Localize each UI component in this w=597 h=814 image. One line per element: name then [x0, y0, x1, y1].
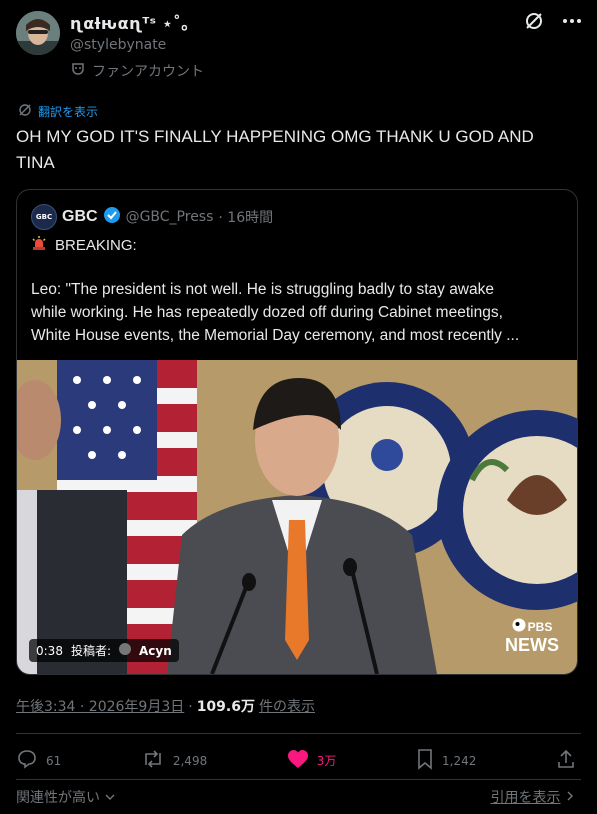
reply-count: 61 — [46, 753, 62, 768]
reply-icon — [16, 748, 38, 773]
action-bar: 61 2,498 3万 1,242 — [16, 748, 576, 773]
quote-author-handle: @GBC_Press — [125, 209, 214, 225]
fan-account-label: ファンアカウント — [92, 64, 204, 80]
quote-body-line: Leo: "The president is not well. He is s… — [31, 281, 494, 298]
pbs-watermark-top: PBS — [527, 619, 553, 634]
sort-relevance-dropdown[interactable]: 関連性が高い — [16, 787, 116, 807]
author-handle[interactable]: @stylebynate — [70, 37, 166, 53]
pbs-logo-icon — [512, 618, 526, 635]
tweet-text: OH MY GOD IT'S FINALLY HAPPENING OMG THA… — [16, 127, 534, 172]
pbs-watermark-bottom: NEWS — [505, 635, 559, 655]
repost-count: 2,498 — [172, 753, 208, 768]
verified-badge-icon — [103, 206, 121, 228]
chevron-down-icon — [104, 790, 116, 806]
grok-icon[interactable] — [523, 10, 545, 32]
repost-button[interactable]: 2,498 — [141, 748, 207, 773]
video-poster-label: 投稿者: — [70, 644, 111, 658]
like-button[interactable]: 3万 — [287, 749, 337, 772]
views-label[interactable]: 件の表示 — [259, 696, 315, 716]
like-count: 3万 — [316, 754, 337, 768]
avatar[interactable] — [16, 11, 60, 55]
share-icon — [556, 748, 576, 773]
quote-avatar: GBC — [31, 204, 57, 230]
video-poster-name: Acyn — [139, 643, 172, 658]
tweet-meta: 午後3:34 · 2026年9月3日 · 109.6万 件の表示 — [16, 696, 315, 716]
breaking-label: BREAKING: — [55, 236, 137, 254]
sort-relevance-label: 関連性が高い — [16, 790, 100, 806]
translate-label: 翻訳を表示 — [38, 105, 99, 119]
meta-separator: · — [188, 699, 193, 715]
video-player[interactable]: 0:38 投稿者: Acyn PBS NEWS — [17, 360, 577, 674]
divider — [16, 733, 581, 734]
fan-account-icon — [70, 61, 86, 81]
quote-author-name: GBC — [62, 208, 98, 225]
divider — [16, 779, 581, 780]
views-count: 109.6万 — [196, 699, 255, 715]
bookmark-icon — [416, 748, 434, 773]
pbs-news-watermark: PBS NEWS — [505, 618, 559, 656]
quote-body: Leo: "The president is not well. He is s… — [31, 278, 566, 347]
view-quotes-link[interactable]: 引用を表示 — [491, 787, 575, 807]
view-quotes-label: 引用を表示 — [490, 790, 561, 806]
video-duration: 0:38 — [36, 643, 63, 658]
repost-icon — [141, 748, 165, 773]
quote-body-line: White House events, the Memorial Day cer… — [31, 327, 520, 344]
translate-link[interactable]: 翻訳を表示 — [18, 103, 98, 120]
siren-icon — [31, 235, 47, 255]
share-button[interactable] — [556, 748, 576, 773]
quote-header: GBC GBC @GBC_Press · 16時間 — [31, 204, 273, 230]
poster-avatar-icon — [119, 643, 131, 658]
translate-icon — [18, 103, 32, 120]
quoted-tweet[interactable]: GBC GBC @GBC_Press · 16時間 BREAKING: Leo:… — [16, 189, 578, 675]
chevron-right-icon — [565, 790, 575, 806]
quote-time: · 16時間 — [218, 210, 274, 226]
quote-body-line: while working. He has repeatedly dozed o… — [31, 304, 503, 321]
video-duration-badge: 0:38 投稿者: Acyn — [29, 639, 179, 662]
more-options-icon[interactable] — [561, 10, 583, 32]
bookmark-count: 1,242 — [442, 753, 477, 768]
video-frame — [17, 360, 577, 674]
author-display-name[interactable]: ɳαƚԋαɳᵀˢ ⋆˚｡ — [70, 10, 190, 34]
top-actions — [523, 10, 583, 32]
quote-breaking: BREAKING: — [31, 235, 137, 255]
heart-icon — [287, 749, 309, 772]
bookmark-button[interactable]: 1,242 — [416, 748, 476, 773]
fan-account-badge: ファンアカウント — [70, 61, 204, 81]
tweet-timestamp[interactable]: 午後3:34 · 2026年9月3日 — [16, 696, 184, 716]
reply-button[interactable]: 61 — [16, 748, 61, 773]
